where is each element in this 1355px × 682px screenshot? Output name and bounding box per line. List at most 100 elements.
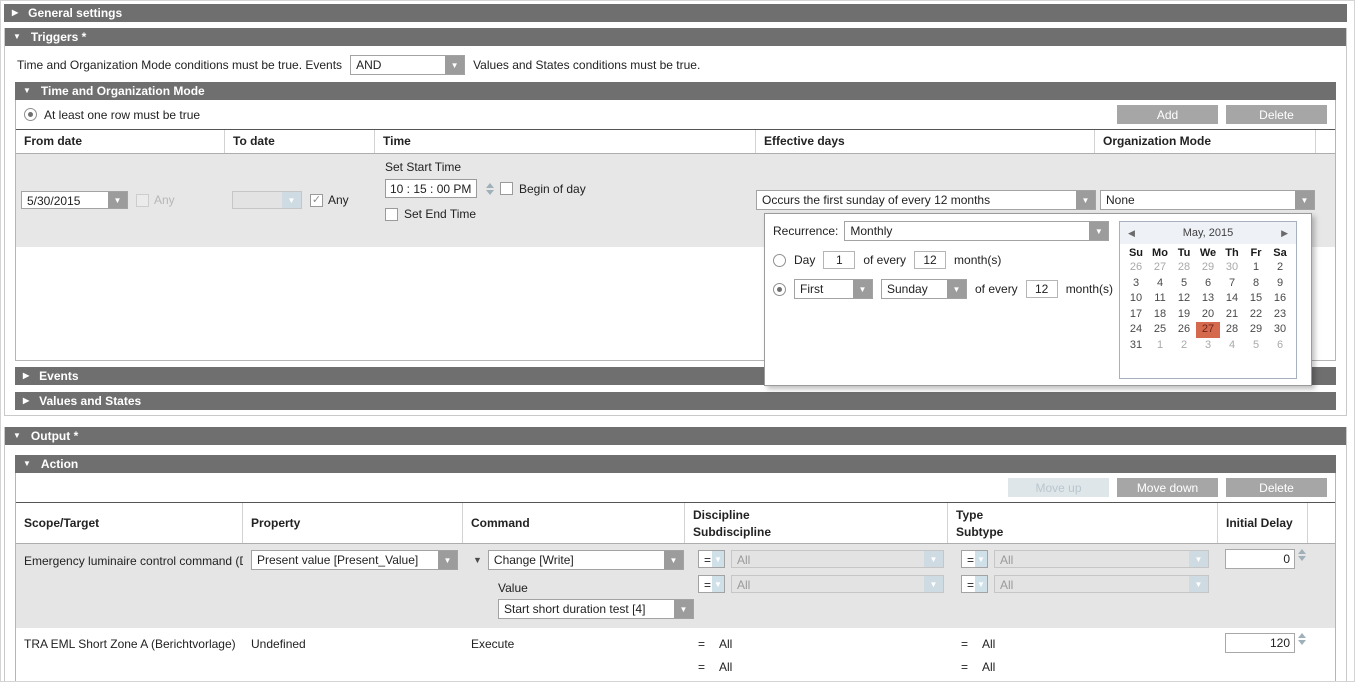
calendar-day[interactable]: 3 — [1124, 276, 1148, 292]
col-time[interactable]: Time — [375, 130, 756, 153]
calendar-day[interactable]: 15 — [1244, 291, 1268, 307]
type-operator-combo[interactable]: = ▼ — [961, 550, 988, 568]
col-scope-target[interactable]: Scope/Target — [24, 516, 242, 530]
recurrence-combo[interactable]: Monthly ▼ — [844, 221, 1109, 241]
chevron-down-icon[interactable]: ▼ — [975, 551, 987, 567]
chevron-down-icon[interactable]: ▼ — [975, 576, 987, 592]
discipline-operator-combo[interactable]: = ▼ — [698, 550, 725, 568]
calendar-day[interactable]: 28 — [1172, 260, 1196, 276]
chevron-down-icon[interactable]: ▼ — [664, 551, 683, 569]
command-value-combo[interactable]: Start short duration test [4] ▼ — [498, 599, 694, 619]
calendar-day[interactable]: 9 — [1268, 276, 1292, 292]
delete-action-button[interactable]: Delete — [1226, 478, 1327, 497]
spin-up-button[interactable] — [486, 183, 494, 188]
values-states-header[interactable]: ▶ Values and States — [15, 392, 1336, 410]
col-from-date[interactable]: From date — [16, 130, 225, 153]
rule-radio[interactable] — [24, 108, 37, 121]
chevron-down-icon[interactable]: ▼ — [924, 576, 943, 592]
action-header[interactable]: ▼ Action — [15, 455, 1336, 473]
spin-up-button[interactable] — [1298, 633, 1306, 638]
calendar-day[interactable]: 6 — [1196, 276, 1220, 292]
chevron-down-icon[interactable]: ▼ — [108, 192, 127, 208]
col-subdiscipline[interactable]: Subdiscipline — [693, 525, 947, 539]
months-input[interactable]: 12 — [914, 251, 946, 269]
discipline-filter-combo[interactable]: All ▼ — [731, 550, 944, 568]
calendar-day[interactable]: 29 — [1244, 322, 1268, 338]
calendar-day[interactable]: 23 — [1268, 307, 1292, 323]
section-general-settings[interactable]: ▶ General settings — [4, 4, 1347, 22]
calendar-day[interactable]: 26 — [1124, 260, 1148, 276]
calendar-day[interactable]: 25 — [1148, 322, 1172, 338]
calendar-day[interactable]: 27 — [1148, 260, 1172, 276]
type-filter-combo[interactable]: All ▼ — [994, 550, 1209, 568]
effective-days-combo[interactable]: Occurs the first sunday of every 12 mont… — [756, 190, 1096, 210]
ordinal-combo[interactable]: First ▼ — [794, 279, 873, 299]
col-type[interactable]: Type — [956, 508, 1217, 522]
spin-down-button[interactable] — [1298, 640, 1306, 645]
weekday-combo[interactable]: Sunday ▼ — [881, 279, 967, 299]
chevron-down-icon[interactable]: ▼ — [924, 551, 943, 567]
calendar-title[interactable]: May, 2015 — [1183, 227, 1234, 239]
calendar-day[interactable]: 24 — [1124, 322, 1148, 338]
calendar-day-selected[interactable]: 27 — [1196, 322, 1220, 338]
to-date-combo[interactable]: ▼ — [232, 191, 302, 209]
calendar-day[interactable]: 16 — [1268, 291, 1292, 307]
start-time-input[interactable]: 10 : 15 : 00 PM — [385, 179, 477, 198]
calendar-day[interactable]: 1 — [1148, 338, 1172, 354]
calendar-day[interactable]: 12 — [1172, 291, 1196, 307]
command-combo[interactable]: Change [Write] ▼ — [488, 550, 684, 570]
action-row[interactable]: Emergency luminaire control command (De:… — [16, 544, 1335, 628]
chevron-down-icon[interactable]: ▼ — [1189, 576, 1208, 592]
calendar-day[interactable]: 18 — [1148, 307, 1172, 323]
calendar-day[interactable]: 22 — [1244, 307, 1268, 323]
subdiscipline-filter-combo[interactable]: All ▼ — [731, 575, 944, 593]
chevron-down-icon[interactable]: ▼ — [947, 280, 966, 298]
to-any-checkbox[interactable] — [310, 194, 323, 207]
chevron-down-icon[interactable]: ▼ — [712, 576, 724, 592]
day-option-radio[interactable] — [773, 254, 786, 267]
calendar-day[interactable]: 17 — [1124, 307, 1148, 323]
months-input[interactable]: 12 — [1026, 280, 1058, 298]
command-expand-toggle-icon[interactable]: ▼ — [473, 555, 482, 565]
col-command[interactable]: Command — [471, 516, 684, 530]
spin-down-button[interactable] — [1298, 556, 1306, 561]
initial-delay-input[interactable]: 120 — [1225, 633, 1295, 653]
calendar-day[interactable]: 29 — [1196, 260, 1220, 276]
calendar-prev-icon[interactable]: ◀ — [1128, 228, 1135, 239]
move-up-button[interactable]: Move up — [1008, 478, 1109, 497]
chevron-down-icon[interactable]: ▼ — [1189, 551, 1208, 567]
col-property[interactable]: Property — [251, 516, 462, 530]
calendar-day[interactable]: 2 — [1172, 338, 1196, 354]
calendar-day[interactable]: 10 — [1124, 291, 1148, 307]
day-number-input[interactable]: 1 — [823, 251, 855, 269]
triggers-header[interactable]: ▼ Triggers * — [5, 28, 1346, 46]
from-any-checkbox[interactable] — [136, 194, 149, 207]
add-button[interactable]: Add — [1117, 105, 1218, 124]
calendar-day[interactable]: 5 — [1244, 338, 1268, 354]
events-operator-combo[interactable]: AND ▼ — [350, 55, 465, 75]
ordinal-option-radio[interactable] — [773, 283, 786, 296]
subtype-operator-combo[interactable]: = ▼ — [961, 575, 988, 593]
col-organization-mode[interactable]: Organization Mode — [1095, 130, 1316, 153]
set-end-time-checkbox[interactable] — [385, 208, 398, 221]
calendar-day[interactable]: 13 — [1196, 291, 1220, 307]
delete-row-button[interactable]: Delete — [1226, 105, 1327, 124]
calendar-day[interactable]: 8 — [1244, 276, 1268, 292]
spin-up-button[interactable] — [1298, 549, 1306, 554]
spin-down-button[interactable] — [486, 190, 494, 195]
calendar-next-icon[interactable]: ▶ — [1281, 228, 1288, 239]
col-subtype[interactable]: Subtype — [956, 525, 1217, 539]
calendar-day[interactable]: 28 — [1220, 322, 1244, 338]
col-to-date[interactable]: To date — [225, 130, 375, 153]
calendar-day[interactable]: 2 — [1268, 260, 1292, 276]
initial-delay-input[interactable]: 0 — [1225, 549, 1295, 569]
calendar-day[interactable]: 21 — [1220, 307, 1244, 323]
chevron-down-icon[interactable]: ▼ — [1076, 191, 1095, 209]
from-date-combo[interactable]: 5/30/2015 ▼ — [21, 191, 128, 209]
property-combo[interactable]: Present value [Present_Value] ▼ — [251, 550, 458, 570]
col-initial-delay[interactable]: Initial Delay — [1226, 516, 1307, 530]
calendar-day[interactable]: 19 — [1172, 307, 1196, 323]
chevron-down-icon[interactable]: ▼ — [282, 192, 301, 208]
chevron-down-icon[interactable]: ▼ — [445, 56, 464, 74]
action-row[interactable]: TRA EML Short Zone A (Berichtvorlage) Un… — [16, 628, 1335, 682]
